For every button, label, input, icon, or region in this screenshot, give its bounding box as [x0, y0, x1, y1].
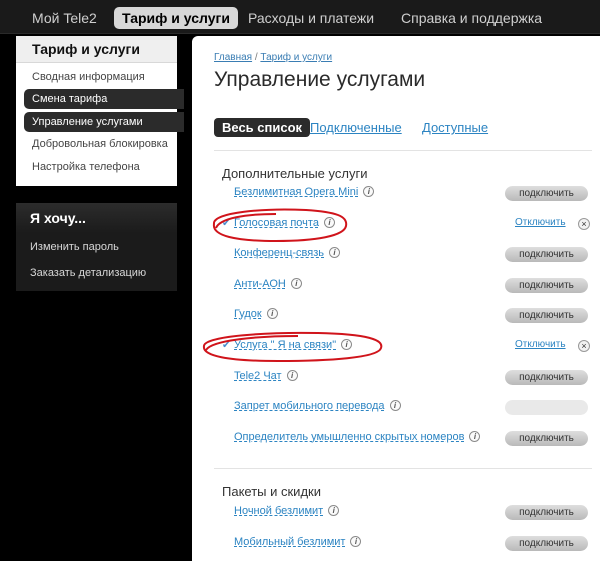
change-password-link[interactable]: Изменить пароль — [16, 236, 177, 258]
connect-button[interactable]: подключить — [505, 277, 588, 293]
package-row: Мобильный безлимит i подключить — [222, 534, 600, 554]
info-icon[interactable]: i — [389, 400, 401, 412]
info-icon[interactable]: i — [350, 535, 362, 547]
tab-connected[interactable]: Подключенные — [310, 118, 402, 137]
service-name[interactable]: Голосовая почта i — [234, 216, 335, 229]
info-icon[interactable]: i — [363, 186, 375, 197]
nav-expenses-payments[interactable]: Расходы и платежи — [248, 7, 374, 29]
divider — [214, 468, 592, 469]
info-icon[interactable]: i — [323, 216, 335, 228]
info-icon[interactable]: i — [286, 369, 298, 381]
i-want-title: Я хочу... — [16, 203, 177, 233]
service-row: Определитель умышленно скрытых номеров i п… — [222, 429, 600, 449]
connect-button — [505, 400, 588, 416]
section-additional-services: Дополнительные услуги — [222, 166, 368, 181]
i-want-panel: Я хочу... Изменить пароль Заказать детал… — [16, 203, 177, 291]
package-name[interactable]: Мобильный безлимит i — [234, 535, 362, 548]
package-name-text[interactable]: Ночной безлимит — [234, 505, 323, 517]
service-row: Tele2 Чат i подключить — [222, 368, 600, 388]
service-name[interactable]: Анти-АОН i — [234, 277, 302, 290]
package-row: Ночной безлимит i подключить — [222, 503, 600, 523]
service-row: Анти-АОН i подключить — [222, 276, 600, 296]
disconnect-link[interactable]: Отключить — [515, 217, 566, 228]
service-name[interactable]: Конференц-связь i — [234, 247, 340, 259]
main-content: Главная / Тариф и услуги Управление услу… — [192, 36, 600, 561]
page-title: Управление услугами — [214, 68, 426, 91]
sidebar-item-phone-settings[interactable]: Настройка телефона — [24, 157, 184, 177]
nav-tariff-services[interactable]: Тариф и услуги — [114, 7, 238, 29]
breadcrumb-home[interactable]: Главная — [214, 52, 252, 63]
service-name-text[interactable]: Гудок — [234, 308, 262, 320]
service-row: Конференц-связь i подключить — [222, 245, 600, 265]
tab-available[interactable]: Доступные — [422, 118, 488, 137]
info-icon[interactable]: i — [469, 430, 481, 442]
disconnect-link[interactable]: Отключить — [515, 339, 566, 350]
sidebar-item-voluntary-block[interactable]: Добровольная блокировка — [24, 134, 184, 154]
top-nav: Мой Tele2 Тариф и услуги Расходы и плате… — [0, 0, 600, 34]
service-name-text[interactable]: Услуга " Я на связи" — [234, 339, 336, 351]
service-row: Безлимитная Opera Mini i подключить — [222, 184, 600, 204]
tab-all[interactable]: Весь список — [214, 118, 311, 137]
sidebar-item-manage-services[interactable]: Управление услугами — [24, 112, 184, 132]
connect-button[interactable]: подключить — [505, 247, 588, 263]
remove-icon[interactable]: × — [578, 340, 590, 352]
service-name[interactable]: Гудок i — [234, 308, 278, 320]
service-row: ✔ Услуга " Я на связи" i Отключить × — [222, 337, 600, 357]
remove-icon[interactable]: × — [578, 217, 590, 230]
check-icon: ✔ — [222, 340, 231, 351]
info-icon[interactable]: i — [290, 277, 302, 289]
info-icon[interactable]: i — [329, 247, 340, 259]
sidebar-title: Тариф и услуги — [16, 36, 177, 63]
breadcrumb-current[interactable]: Тариф и услуги — [260, 52, 332, 63]
package-name[interactable]: Ночной безлимит i — [234, 505, 340, 517]
service-name[interactable]: Определитель умышленно скрытых номеров i — [234, 430, 481, 443]
connect-button[interactable]: подключить — [505, 369, 588, 385]
breadcrumb: Главная / Тариф и услуги — [214, 52, 332, 63]
service-name-text[interactable]: Запрет мобильного перевода — [234, 400, 385, 412]
service-name-text[interactable]: Конференц-связь — [234, 247, 324, 259]
package-name-text[interactable]: Мобильный безлимит — [234, 536, 345, 548]
connect-button[interactable]: подключить — [505, 430, 588, 446]
service-name[interactable]: Tele2 Чат i — [234, 369, 298, 382]
service-row: ✔ Голосовая почта i Отключить × — [222, 215, 600, 235]
divider — [214, 150, 592, 151]
service-row: Гудок i подключить — [222, 306, 600, 326]
service-name[interactable]: Услуга " Я на связи" i — [234, 339, 353, 351]
connect-button[interactable]: подключить — [505, 505, 588, 520]
nav-my-tele2[interactable]: Мой Tele2 — [32, 7, 97, 29]
sidebar-item-change-tariff[interactable]: Смена тарифа — [24, 89, 184, 109]
info-icon[interactable]: i — [341, 339, 353, 350]
order-details-link[interactable]: Заказать детализацию — [16, 262, 177, 284]
section-packages-discounts: Пакеты и скидки — [222, 484, 321, 499]
service-name-text[interactable]: Голосовая почта — [234, 217, 319, 229]
service-name-text[interactable]: Определитель умышленно скрытых номеров — [234, 431, 464, 443]
service-name-text[interactable]: Безлимитная Opera Mini — [234, 186, 358, 198]
info-icon[interactable]: i — [328, 505, 340, 516]
connect-button[interactable]: подключить — [505, 308, 588, 324]
service-name[interactable]: Безлимитная Opera Mini i — [234, 186, 375, 198]
service-row: Запрет мобильного перевода i — [222, 398, 600, 418]
nav-help-support[interactable]: Справка и поддержка — [401, 7, 542, 29]
sidebar-item-summary[interactable]: Сводная информация — [24, 67, 184, 87]
info-icon[interactable]: i — [266, 308, 278, 320]
service-name[interactable]: Запрет мобильного перевода i — [234, 400, 401, 412]
connect-button[interactable]: подключить — [505, 186, 588, 201]
service-name-text[interactable]: Анти-АОН — [234, 278, 286, 290]
connect-button[interactable]: подключить — [505, 535, 588, 551]
service-name-text[interactable]: Tele2 Чат — [234, 370, 282, 382]
check-icon: ✔ — [222, 217, 231, 229]
sidebar-panel: Тариф и услуги Сводная информация Смена … — [16, 36, 184, 186]
